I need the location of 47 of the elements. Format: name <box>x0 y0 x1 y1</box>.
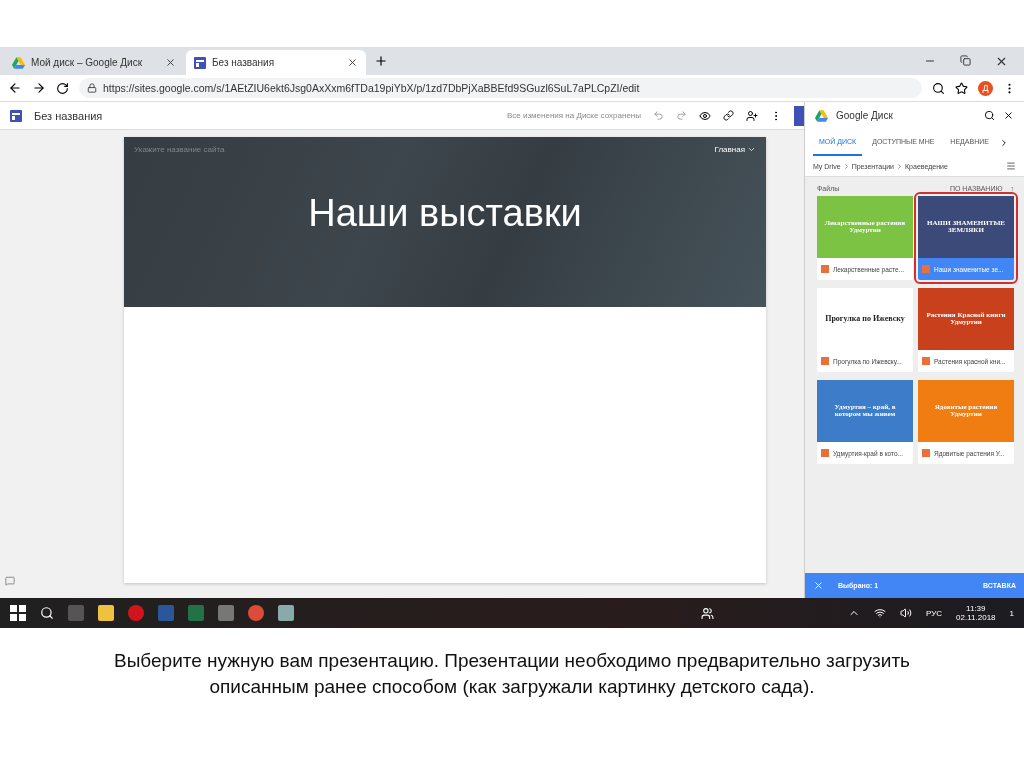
restore-icon[interactable] <box>960 54 971 66</box>
browser-tab[interactable]: Без названия <box>186 50 366 75</box>
address-field[interactable]: https://sites.google.com/s/1AEtZIU6ekt6Jsg0AxXxm6fTDa19piYbX/p/1zd7DbPjXaBBEfd9SGuzl6SuL7aPLCpZI/edit <box>79 78 922 98</box>
page-heading: Наши выставки <box>307 192 583 235</box>
search-icon[interactable] <box>40 606 54 620</box>
presentation-icon <box>821 357 829 365</box>
panel-title: Google Диск <box>836 110 894 121</box>
search-icon[interactable] <box>932 81 945 95</box>
sites-icon <box>194 56 206 69</box>
presentation-icon <box>922 357 930 365</box>
chevron-icon <box>842 162 850 170</box>
preview-icon[interactable] <box>699 109 711 122</box>
network-icon[interactable] <box>874 607 887 619</box>
caption: Выберите нужную вам презентацию. Презентации необходимо предварительно загрузить описанным ранее способом (как загружали картинку детского сада). <box>113 649 911 699</box>
close-icon[interactable] <box>347 57 358 68</box>
nav-menu[interactable]: Главная <box>714 145 756 154</box>
drive-logo-icon <box>815 109 828 122</box>
volume-icon[interactable] <box>900 607 913 619</box>
presentation-icon <box>821 449 829 457</box>
link-icon[interactable] <box>723 110 734 121</box>
people-icon[interactable] <box>701 606 715 620</box>
presentation-icon <box>922 449 930 457</box>
presentation-icon <box>922 265 930 273</box>
save-status: Все изменения на Диске сохранены <box>506 111 641 120</box>
presentation-icon <box>821 265 829 273</box>
avatar[interactable]: Д <box>978 80 993 96</box>
star-icon[interactable] <box>955 81 968 95</box>
close-icon[interactable] <box>1003 110 1014 121</box>
back-icon[interactable] <box>8 81 22 95</box>
close-icon[interactable] <box>165 57 176 68</box>
chevron-icon <box>896 162 904 170</box>
lock-icon <box>87 83 97 93</box>
reload-icon[interactable] <box>56 81 69 95</box>
document-title: Без названия <box>34 109 104 122</box>
clock[interactable]: 11:39 02.11.2018 <box>956 604 996 622</box>
browser-tab[interactable]: Мой диск – Google Диск <box>4 50 184 75</box>
notification-count[interactable]: 1 <box>1009 608 1014 618</box>
windows-icon[interactable] <box>10 605 26 621</box>
new-tab-icon[interactable] <box>374 54 388 68</box>
share-icon[interactable] <box>746 109 758 122</box>
thumbnail-title: Прогулка по Ижевску <box>825 314 905 324</box>
forward-icon[interactable] <box>32 81 46 95</box>
search-icon[interactable] <box>984 110 995 121</box>
chevron-down-icon <box>747 145 756 154</box>
language-indicator[interactable]: РУС <box>926 608 943 618</box>
sites-icon <box>10 109 22 122</box>
drive-logo-icon <box>12 56 25 69</box>
